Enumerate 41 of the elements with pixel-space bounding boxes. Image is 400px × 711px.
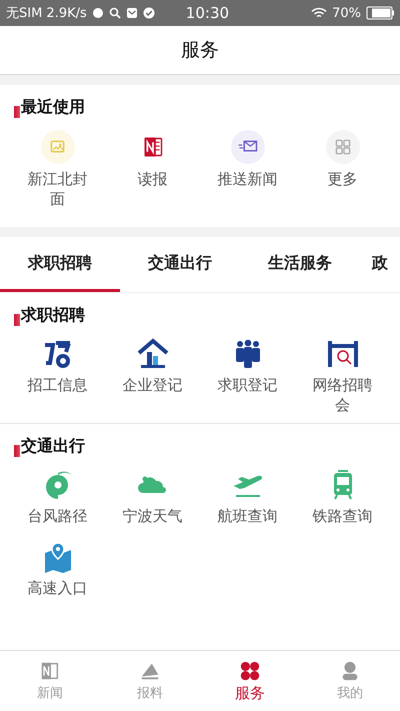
section-marker [14,106,20,118]
page-title: 服务 [181,38,219,63]
mail-icon [230,130,264,164]
service-item[interactable]: 台风路径 [10,469,105,526]
magnifier-icon [326,338,358,370]
notification-icon [92,7,104,19]
service-item[interactable]: 宁波天气 [105,469,200,526]
section-title: 最近使用 [21,97,85,118]
battery-text: 70% [332,6,361,20]
category-tab[interactable]: 政 [360,237,400,292]
category-tab[interactable]: 生活服务 [240,237,360,292]
wifi-icon [311,7,328,19]
service-item[interactable]: 更多 [295,130,390,209]
notebook-icon [39,660,61,682]
section-title: 交通出行 [21,436,85,457]
service-item[interactable]: 航班查询 [200,469,295,526]
service-item[interactable]: 铁路查询 [295,469,390,526]
grid-icon [326,130,360,164]
search-icon [108,7,121,19]
service-item[interactable]: 招工信息 [10,338,105,415]
check-icon [142,7,155,19]
service-item[interactable]: 高速入口 [10,540,105,598]
service-item[interactable]: 推送新闻 [200,130,295,209]
category-tab[interactable]: 求职招聘 [0,237,120,292]
service-item[interactable]: 网络招聘会 [295,338,390,415]
section-marker [14,314,20,326]
picture-icon [40,130,74,164]
section-title: 求职招聘 [21,305,85,326]
category-tab[interactable]: 交通出行 [120,237,240,292]
clock-text: 10:30 [186,4,230,22]
section-marker [14,444,20,456]
building-icon [136,338,168,370]
nav-tab[interactable]: 服务 [200,651,300,711]
flower-icon [239,660,261,682]
service-item[interactable]: 求职登记 [200,338,295,415]
mail-icon [126,7,138,19]
service-item[interactable]: 企业登记 [105,338,200,415]
service-item[interactable]: 读报 [105,130,200,209]
battery-icon [366,6,394,20]
service-item[interactable]: 新江北封面 [10,130,105,209]
carrier-text: 无SIM 2.9K/s [6,5,87,22]
